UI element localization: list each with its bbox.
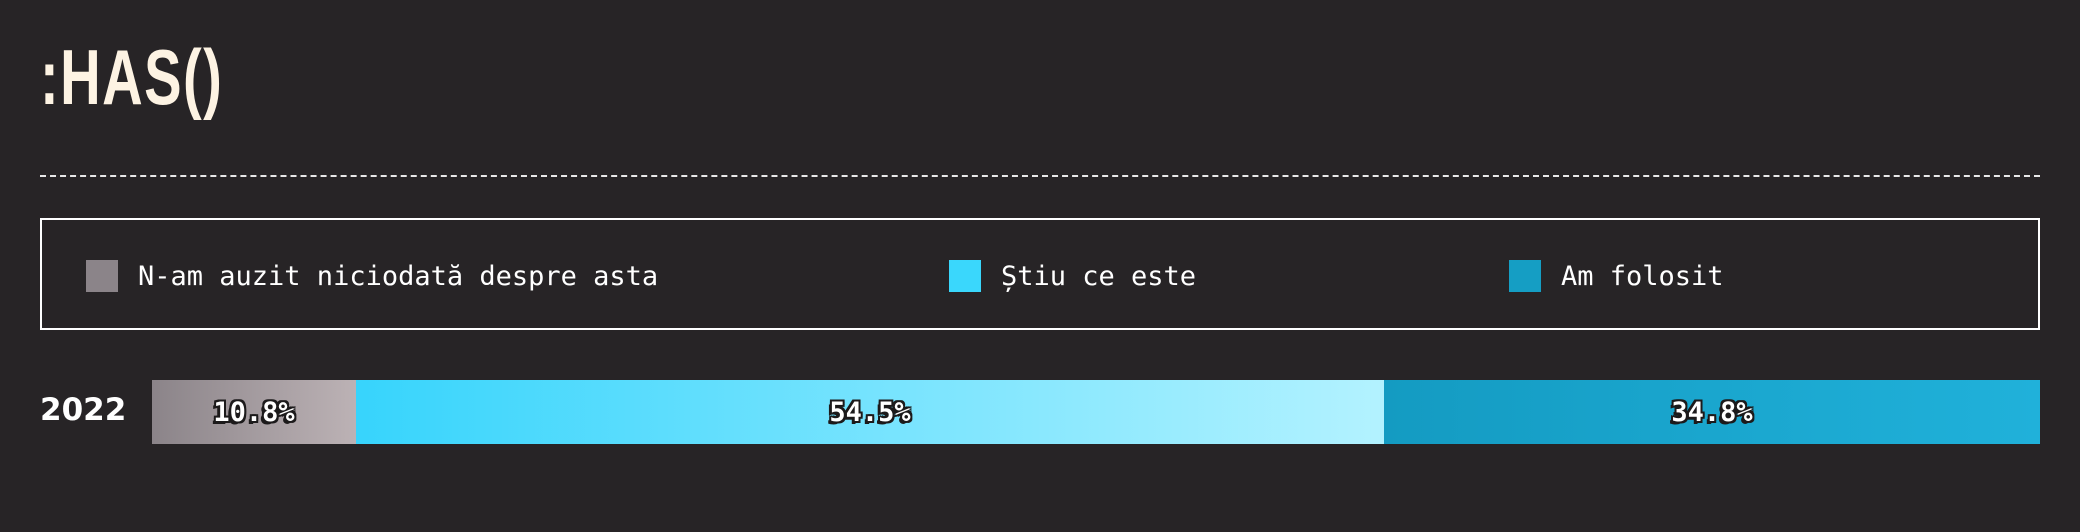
legend-label: Știu ce este xyxy=(1001,260,1197,292)
legend-swatch xyxy=(1509,260,1541,292)
legend-label: Am folosit xyxy=(1561,260,1724,292)
legend-swatch xyxy=(86,260,118,292)
bar-segment-value-label: 34.8% xyxy=(1671,396,1753,428)
legend-label: N-am auzit niciodată despre asta xyxy=(138,260,659,292)
chart-title: :HAS() xyxy=(40,33,224,121)
dashed-divider xyxy=(40,175,2040,177)
bar-segment-never-heard[interactable]: 10.8% xyxy=(152,380,356,444)
bar-segment-value-label: 54.5% xyxy=(829,396,911,428)
bar-segment-value-label: 10.8% xyxy=(213,396,295,428)
bar-segment-know-what-it-is[interactable]: 54.5% xyxy=(356,380,1384,444)
legend-swatch xyxy=(949,260,981,292)
bar-segment-have-used[interactable]: 34.8% xyxy=(1384,380,2040,444)
legend-item-never-heard[interactable]: N-am auzit niciodată despre asta xyxy=(86,260,658,292)
legend-item-know-what-it-is[interactable]: Știu ce este xyxy=(949,260,1196,292)
legend-item-have-used[interactable]: Am folosit xyxy=(1509,260,1724,292)
legend: N-am auzit niciodată despre asta Știu ce… xyxy=(40,218,2040,330)
stacked-bar-2022: 10.8% 54.5% 34.8% xyxy=(152,380,2040,444)
row-label-2022: 2022 xyxy=(40,392,127,428)
